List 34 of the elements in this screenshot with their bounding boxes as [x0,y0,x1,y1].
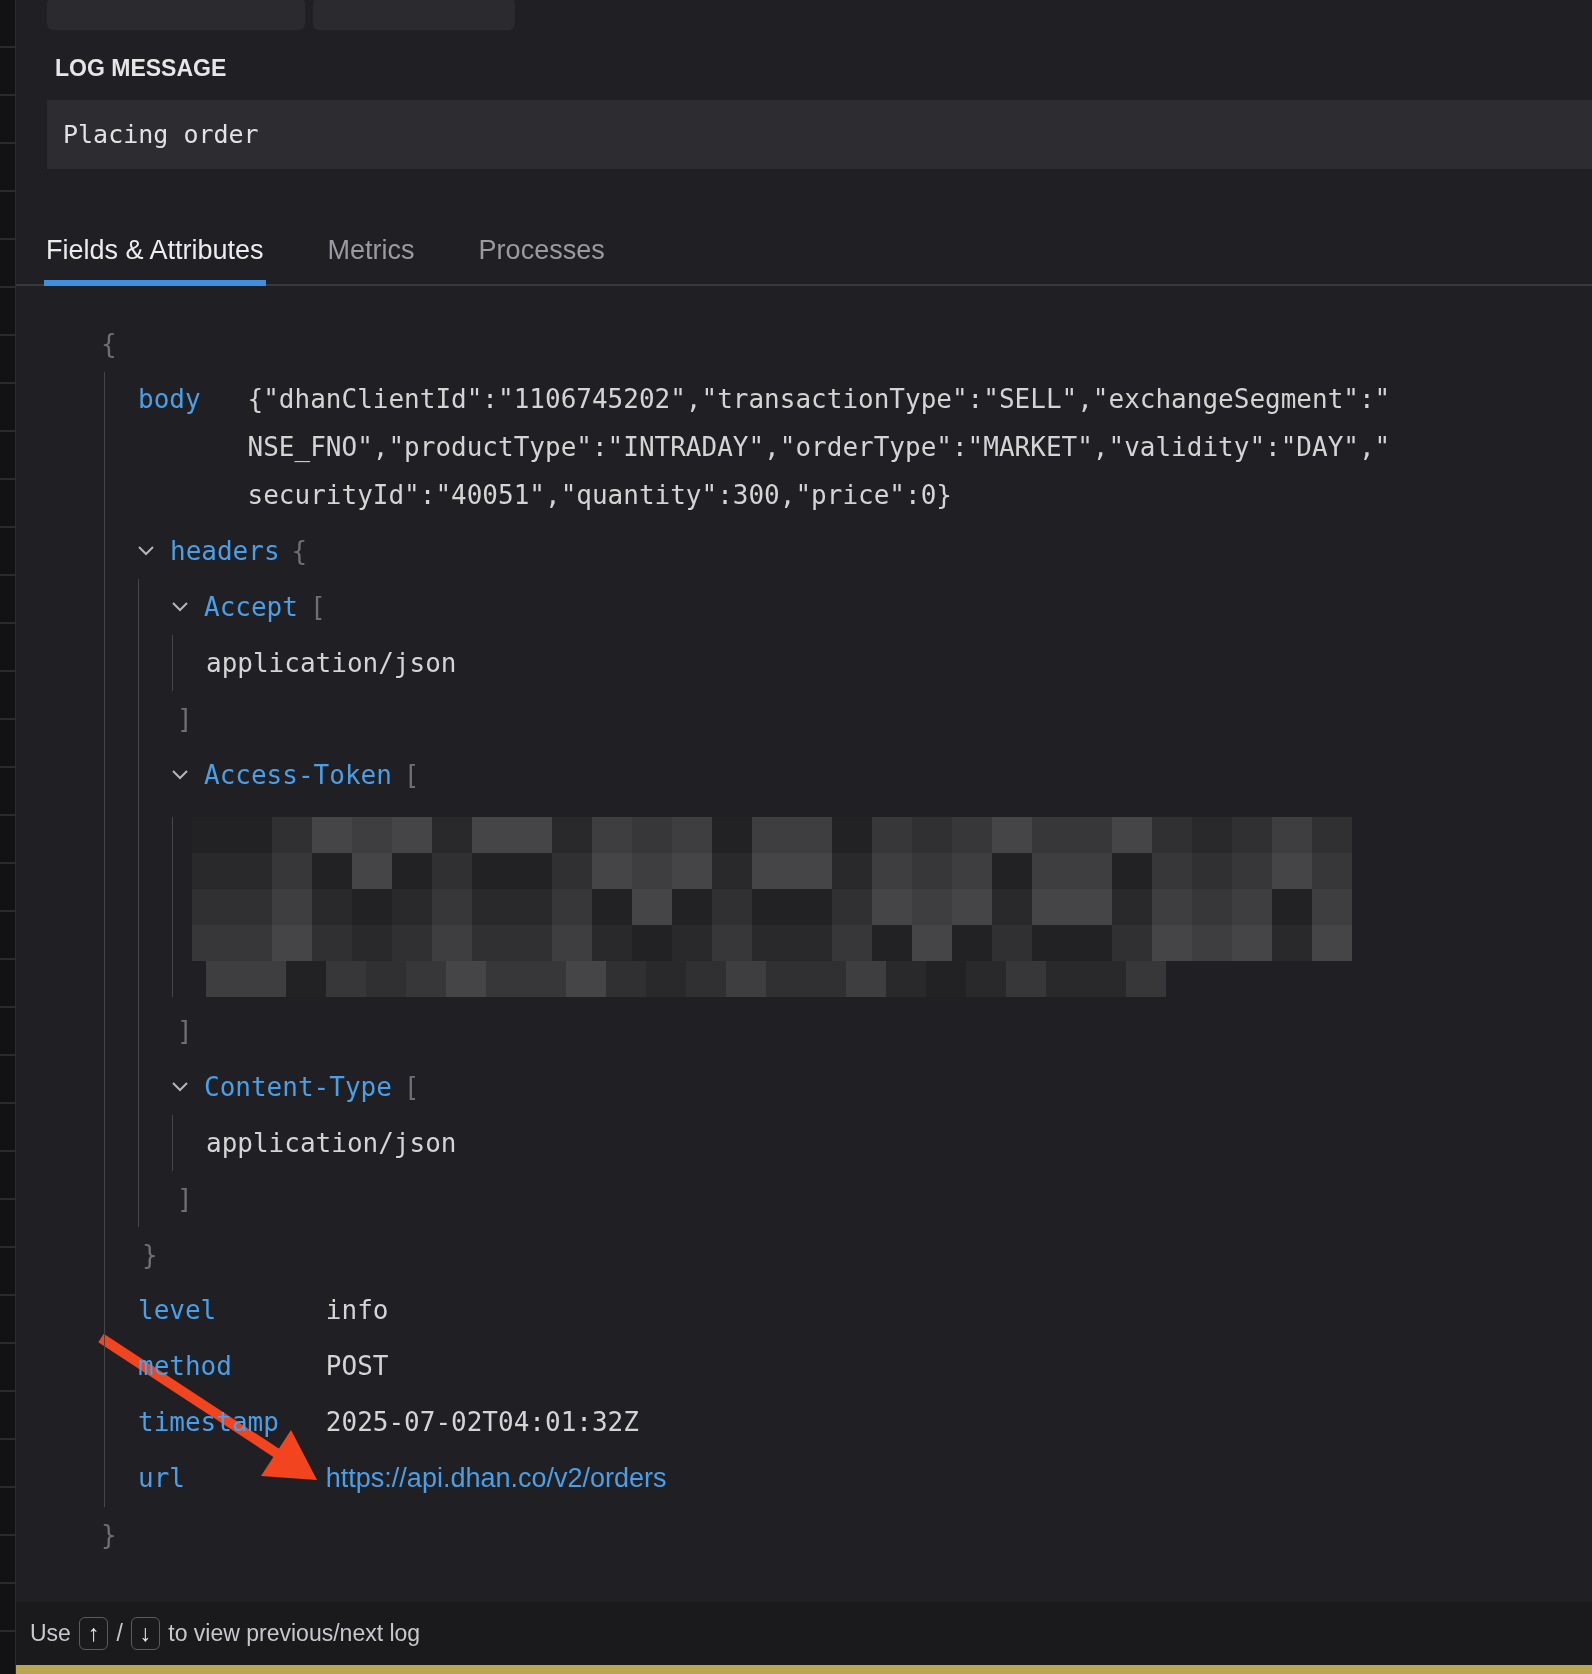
array-value: application/json [206,647,457,680]
brace: } [101,1520,117,1550]
brace: { [291,536,308,566]
brace: [ [403,760,420,790]
field-value: POST [325,1350,389,1383]
field-value: info [325,1294,389,1327]
field-value: {"dhanClientId":"1106745202","transactionType":"SELL","exchangeSegment":"NSE_FNO","productType":"INTRADAY","orderType":"MARKET","validity":"DAY","securityId":"40051","quantity":300,"price":0} [247,383,1391,512]
hint-text: / [116,1620,123,1647]
field-key: Access-Token [204,760,392,790]
tab[interactable]: Processes [476,227,607,286]
field-key: body [138,384,201,414]
field-key: url [138,1463,185,1493]
section-heading: LOG MESSAGE [55,55,228,83]
field-key: headers [170,536,280,566]
brace: ] [177,704,193,734]
log-message: Placing order [47,100,1592,169]
tab[interactable]: Fields & Attributes [44,227,266,286]
tab[interactable]: Metrics [325,227,417,286]
url-link[interactable]: https://api.dhan.co/v2/orders [325,1458,667,1498]
array-value: application/json [206,1127,457,1160]
brace: [ [309,592,326,622]
brace: { [101,329,117,359]
brace: } [142,1240,158,1270]
field-key: Content-Type [204,1072,392,1102]
hint-text: Use [30,1620,71,1647]
field-value: 2025-07-02T04:01:32Z [325,1406,639,1439]
brace: ] [177,1184,193,1214]
brace: [ [403,1072,420,1102]
field-key: level [138,1295,217,1325]
field-key: Accept [204,592,298,622]
keyboard-key: ↑ [78,1617,109,1650]
brace: ] [177,1016,193,1046]
hint-text: to view previous/next log [168,1620,421,1647]
keyboard-key: ↓ [130,1617,161,1650]
